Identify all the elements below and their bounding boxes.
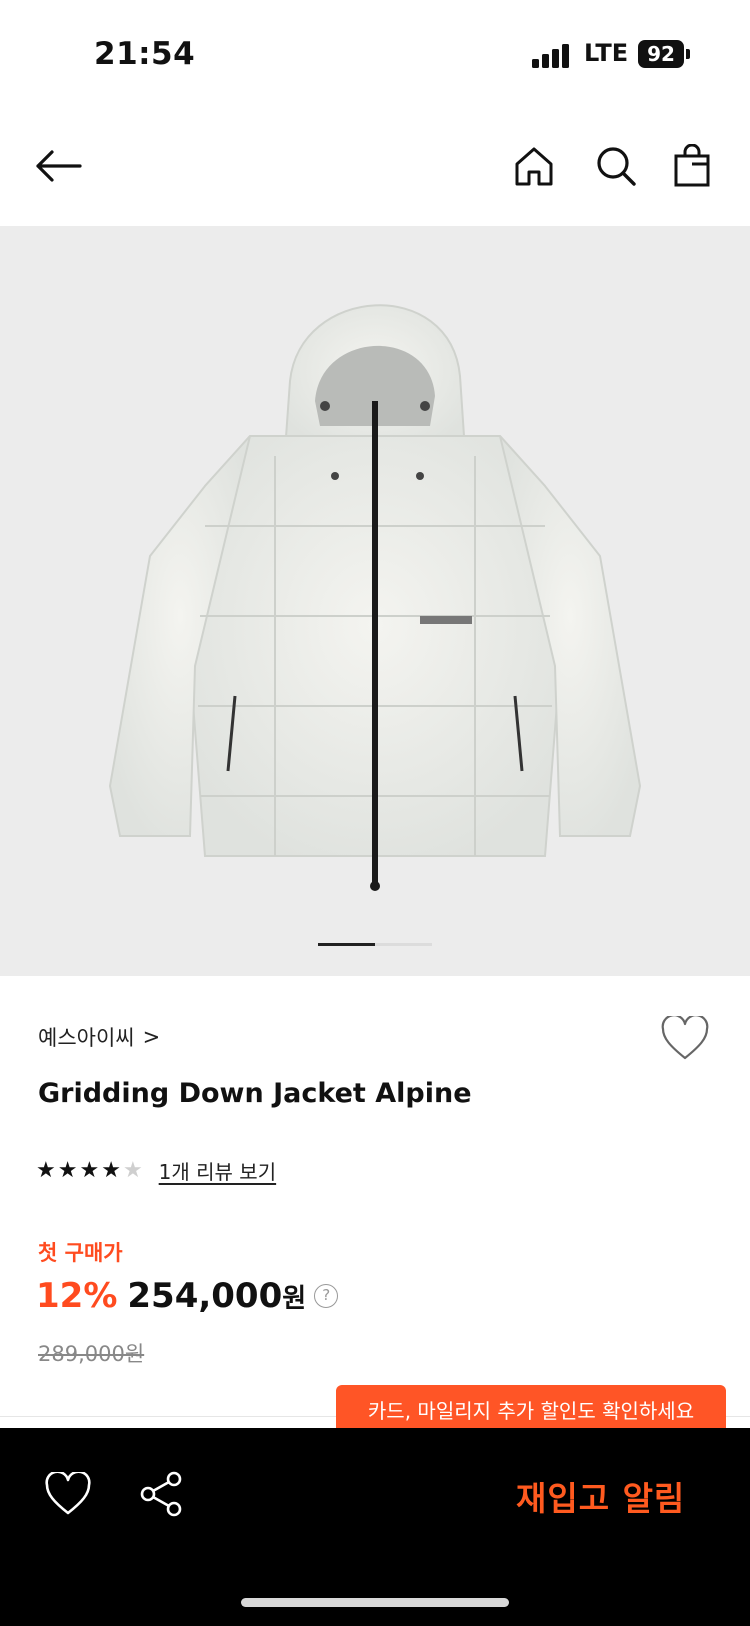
currency: 원 (282, 1283, 307, 1314)
share-icon[interactable] (138, 1470, 184, 1518)
gallery-pager-active (318, 943, 375, 946)
top-navigation (0, 110, 750, 226)
discount-rate: 12% (36, 1276, 118, 1316)
product-name: Gridding Down Jacket Alpine (38, 1078, 472, 1109)
rating-row: ★ ★ ★ ★ ★ 1개 리뷰 보기 (36, 1156, 276, 1185)
star-empty-icon: ★ (122, 1157, 143, 1183)
star-filled-icon: ★ (79, 1157, 100, 1183)
home-indicator (241, 1598, 509, 1607)
first-purchase-label: 첫 구매가 (38, 1241, 123, 1265)
status-time: 21:54 (94, 36, 196, 72)
jacket-image (108, 304, 642, 891)
price-help-icon[interactable]: ? (314, 1284, 339, 1308)
cellular-signal-icon (532, 42, 572, 68)
product-image-gallery[interactable] (0, 226, 750, 976)
brand-link[interactable]: 예스아이씨 > (38, 1022, 160, 1052)
star-filled-icon: ★ (57, 1157, 78, 1183)
restock-alert-button[interactable]: 재입고 알림 (516, 1472, 685, 1520)
review-link[interactable]: 1개 리뷰 보기 (159, 1156, 276, 1185)
heart-icon[interactable] (44, 1470, 92, 1518)
home-icon[interactable] (508, 140, 560, 192)
status-bar: 21:54 LTE 92 (0, 0, 750, 110)
rating-stars: ★ ★ ★ ★ ★ (36, 1157, 145, 1183)
battery-tip (686, 49, 690, 59)
chevron-right-icon: > (142, 1025, 161, 1049)
search-icon[interactable] (590, 140, 642, 192)
shopping-bag-icon[interactable] (666, 140, 718, 192)
star-filled-icon: ★ (36, 1157, 56, 1183)
wishlist-heart-icon[interactable] (660, 1014, 710, 1062)
sale-price: 254,000 (127, 1276, 283, 1316)
battery-icon: 92 (638, 40, 684, 68)
arrow-left-icon[interactable] (32, 140, 84, 192)
brand-name: 예스아이씨 (38, 1026, 135, 1050)
star-filled-icon: ★ (101, 1157, 121, 1183)
network-type: LTE (584, 39, 629, 67)
gallery-pager (318, 943, 432, 946)
price-row: 12% 254,000 원 ? (36, 1276, 339, 1316)
bottom-action-bar: 재입고 알림 (0, 1428, 750, 1626)
original-price: 289,000원 (38, 1342, 145, 1366)
